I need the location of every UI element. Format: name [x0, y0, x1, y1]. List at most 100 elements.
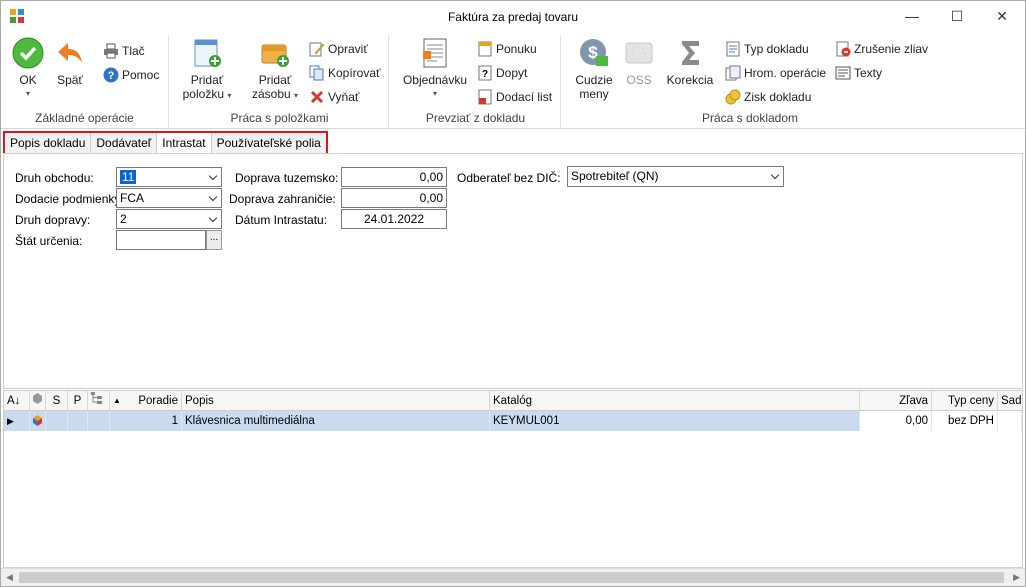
ribbon: OK ▾ Späť Tlač ? Pomoc Základné operácie — [1, 31, 1025, 129]
hrom-operacie-button[interactable]: Hrom. operácie — [725, 63, 826, 83]
cudzie-meny-button[interactable]: $ Cudzie meny — [571, 37, 617, 101]
scrollbar-thumb[interactable] — [19, 572, 1004, 583]
ok-label: OK — [19, 73, 37, 87]
vyniat-button[interactable]: Vyňať — [309, 87, 359, 107]
undo-arrow-icon — [58, 43, 82, 63]
invoice-window: Faktúra za predaj tovaru — ☐ ✕ OK ▾ Späť — [0, 0, 1026, 587]
cell-p — [68, 411, 88, 431]
zrusenie-zliav-button[interactable]: Zrušenie zliav — [835, 39, 928, 59]
sort-az-icon[interactable]: A↓ — [4, 391, 30, 411]
svg-text:?: ? — [482, 69, 488, 80]
odberatel-bez-dic-value: Spotrebiteľ (QN) — [571, 169, 659, 183]
objednavku-label: Objednávku — [402, 73, 468, 87]
sigma-icon — [682, 41, 699, 65]
korekcia-button[interactable]: Korekcia — [665, 37, 715, 87]
edit-pencil-icon — [309, 42, 325, 57]
grid-header: A↓ S P ▲ Poradie Popis Katalóg Zľava Typ … — [4, 391, 1022, 411]
objednavku-button[interactable]: Objednávku ▾ — [399, 37, 471, 101]
opravit-label: Opraviť — [328, 42, 368, 56]
item-type-column-icon[interactable] — [30, 391, 46, 411]
dodaci-list-label: Dodací list — [496, 90, 553, 104]
delete-x-icon — [310, 90, 324, 104]
column-typ-ceny[interactable]: Typ ceny — [932, 391, 998, 411]
foreign-currency-icon: $ — [580, 39, 608, 66]
horizontal-scrollbar[interactable]: ◀ ▶ — [1, 568, 1025, 586]
cell-zlava: 0,00 — [860, 411, 932, 431]
column-popis[interactable]: Popis — [182, 391, 490, 411]
doprava-tuzemsko-input[interactable]: 0,00 — [341, 167, 447, 187]
title-bar: Faktúra za predaj tovaru — ☐ ✕ — [1, 1, 1025, 31]
svg-text:?: ? — [108, 70, 115, 82]
dopyt-label: Dopyt — [496, 66, 528, 80]
dodaci-list-button[interactable]: Dodací list — [477, 87, 552, 107]
pridat-zasobu-label-2: zásobu — [251, 87, 291, 101]
dopyt-button[interactable]: ? Dopyt — [477, 63, 527, 83]
druh-dopravy-select[interactable]: 2 — [116, 209, 222, 229]
opravit-button[interactable]: Opraviť — [309, 39, 368, 59]
tab-dodavatel[interactable]: Dodávateľ — [91, 133, 158, 153]
cell-tree — [88, 411, 110, 431]
datum-intrastatu-label: Dátum Intrastatu: — [235, 213, 328, 227]
hrom-operacie-label: Hrom. operácie — [744, 66, 827, 80]
doprava-zahranicie-label: Doprava zahraničie: — [229, 192, 336, 206]
pridat-polozku-button[interactable]: Pridať položku ▾ — [181, 37, 233, 103]
odberatel-bez-dic-select[interactable]: Spotrebiteľ (QN) — [567, 166, 784, 187]
scroll-right-icon[interactable]: ▶ — [1013, 572, 1020, 583]
stat-urcenia-browse-button[interactable]: ... — [206, 230, 222, 250]
item-type-icon — [30, 411, 46, 431]
korekcia-label: Korekcia — [666, 73, 714, 87]
tree-structure-icon[interactable] — [88, 391, 110, 411]
ponuku-label: Ponuku — [496, 42, 537, 56]
column-sadzba[interactable]: Sadz — [998, 391, 1022, 411]
row-pointer-icon: ▶ — [4, 411, 30, 431]
column-zlava[interactable]: Zľava — [860, 391, 932, 411]
objednavku-dropdown-icon: ▾ — [432, 89, 437, 98]
ponuku-button[interactable]: Ponuku — [477, 39, 537, 59]
texty-button[interactable]: Texty — [835, 63, 882, 83]
typ-dokladu-button[interactable]: Typ dokladu — [725, 39, 809, 59]
druh-obchodu-select[interactable]: 11 — [116, 167, 222, 187]
column-poradie[interactable]: ▲ Poradie — [110, 391, 182, 411]
tab-intrastat[interactable]: Intrastat — [157, 133, 212, 153]
inquiry-icon: ? — [478, 65, 492, 81]
texts-icon — [835, 66, 851, 80]
stat-urcenia-input[interactable] — [116, 230, 206, 250]
minimize-button[interactable]: — — [889, 1, 935, 31]
tab-popis-dokladu[interactable]: Popis dokladu — [5, 133, 92, 153]
offer-icon — [478, 41, 492, 57]
spat-button[interactable]: Späť — [53, 37, 87, 87]
ok-button[interactable]: OK ▾ — [9, 37, 47, 101]
column-katalog[interactable]: Katalóg — [490, 391, 860, 411]
druh-dopravy-value: 2 — [120, 212, 127, 226]
copy-icon — [309, 65, 324, 81]
pomoc-button[interactable]: ? Pomoc — [103, 65, 159, 85]
maximize-button[interactable]: ☐ — [934, 1, 980, 31]
datum-intrastatu-input[interactable]: 24.01.2022 — [341, 209, 447, 229]
column-p[interactable]: P — [68, 391, 88, 411]
zisk-dokladu-button[interactable]: Zisk dokladu — [725, 87, 811, 107]
zrusenie-zliav-label: Zrušenie zliav — [854, 42, 929, 56]
pomoc-label: Pomoc — [122, 68, 160, 82]
help-icon: ? — [103, 67, 119, 83]
table-row[interactable]: ▶ 1 Klávesnica multimediálna KEYMUL001 0… — [4, 411, 1022, 431]
dodacie-podmienky-label: Dodacie podmienky: — [15, 192, 124, 206]
printer-icon — [104, 43, 118, 59]
oss-button[interactable]: OSS — [621, 37, 657, 87]
doprava-zahranicie-input[interactable]: 0,00 — [341, 188, 447, 208]
close-button[interactable]: ✕ — [979, 1, 1025, 31]
add-stock-icon — [261, 44, 289, 67]
pridat-zasobu-button[interactable]: Pridať zásobu ▾ — [249, 37, 301, 103]
tlac-button[interactable]: Tlač — [103, 41, 145, 61]
scroll-left-icon[interactable]: ◀ — [6, 572, 13, 583]
pridat-polozku-dropdown-icon: ▾ — [227, 91, 232, 100]
group-label-zakladne: Základné operácie — [35, 111, 134, 125]
group-zakladne-operacie: OK ▾ Späť Tlač ? Pomoc Základné operácie — [1, 35, 169, 129]
kopirovat-button[interactable]: Kopírovať — [309, 63, 381, 83]
typ-dokladu-label: Typ dokladu — [744, 42, 809, 56]
kopirovat-label: Kopírovať — [328, 66, 381, 80]
tab-pouzivatelske-polia[interactable]: Používateľské polia — [211, 133, 326, 153]
cell-popis: Klávesnica multimediálna — [182, 411, 490, 431]
dodacie-podmienky-select[interactable]: FCA — [116, 188, 222, 208]
column-s[interactable]: S — [46, 391, 68, 411]
cell-typ-ceny: bez DPH — [932, 411, 998, 431]
